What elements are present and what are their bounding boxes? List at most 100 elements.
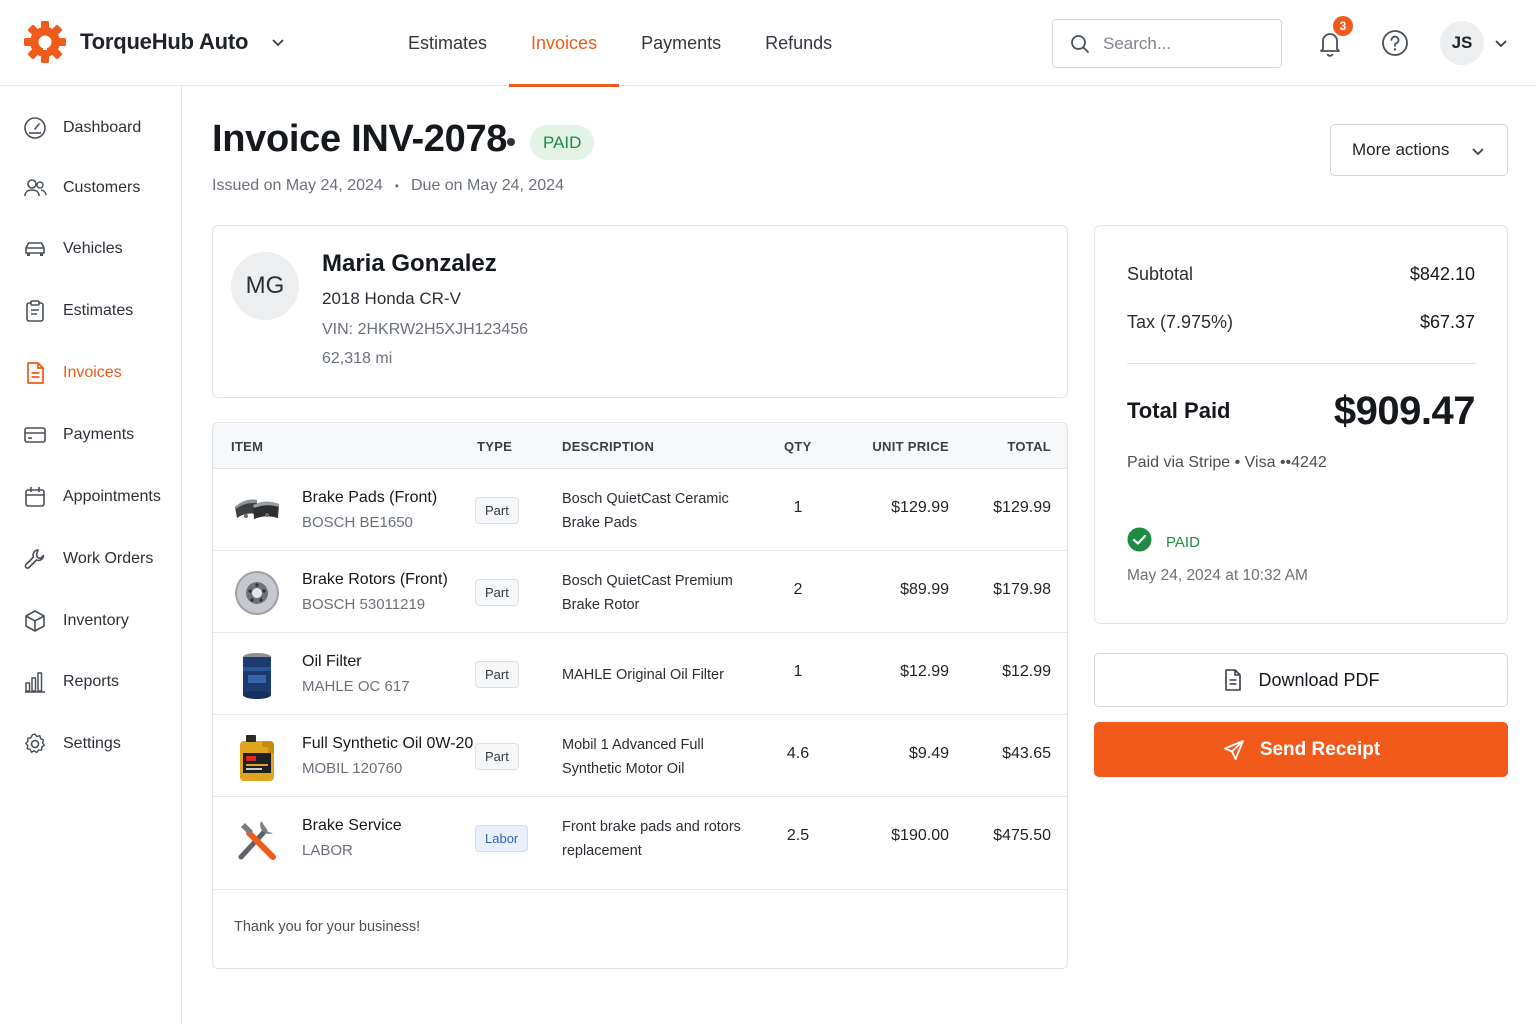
header-description: DESCRIPTION [562,439,655,454]
item-total: $475.50 [993,827,1051,844]
sidebar-item-label: Work Orders [63,550,154,567]
item-sku: BOSCH BE1650 [302,514,413,531]
table-header: ITEM TYPE DESCRIPTION QTY UNIT PRICE TOT… [213,423,1067,469]
sidebar-item-label: Vehicles [63,240,123,257]
sidebar-item-work-orders[interactable]: Work Orders [22,539,153,579]
download-pdf-button[interactable]: Download PDF [1094,653,1508,707]
help-icon[interactable] [1380,28,1410,58]
page-title: Invoice INV-2078 [212,118,508,160]
item-unit-price: $129.99 [891,499,949,516]
vehicle-vin: VIN: 2HKRW2H5XJH123456 [322,321,529,338]
item-description: MAHLE Original Oil Filter [562,667,724,683]
sidebar-item-vehicles[interactable]: Vehicles [22,229,123,269]
item-description: Bosch QuietCast Premium Brake Rotor [562,573,733,613]
user-avatar[interactable]: JS [1440,21,1484,65]
sidebar-item-payments[interactable]: Payments [22,415,134,455]
payment-summary-card: Subtotal $842.10 Tax (7.975%) $67.37 Tot… [1094,225,1508,624]
item-unit-price: $9.49 [908,745,949,762]
payment-date: May 24, 2024 at 10:32 AM [1127,567,1308,584]
sidebar-item-dashboard[interactable]: Dashboard [22,108,141,148]
gear-logo-icon [24,21,66,63]
customer-name: Maria Gonzalez [322,250,497,277]
more-actions-label: More actions [1352,140,1450,159]
table-row[interactable]: Brake Rotors (Front) BOSCH 53011219 Part… [213,551,1067,633]
item-total: $179.98 [993,581,1051,598]
item-total: $12.99 [1002,663,1051,680]
top-bar: TorqueHub Auto Estimates Invoices Paymen… [0,0,1536,87]
brand[interactable]: TorqueHub Auto [22,18,286,66]
item-description: Bosch QuietCast Ceramic Brake Pads [562,491,729,531]
sidebar-item-invoices[interactable]: Invoices [22,353,122,393]
tab-refunds[interactable]: Refunds [743,0,854,86]
item-sku: LABOR [302,842,353,859]
sidebar-item-label: Appointments [63,488,161,505]
send-label: Send Receipt [1259,738,1381,760]
header-item: ITEM [231,439,264,454]
item-type-badge: Part [475,661,519,688]
issued-date: Issued on May 24, 2024 [212,177,383,194]
item-description: Mobil 1 Advanced Full Synthetic Motor Oi… [562,737,704,777]
item-qty: 1 [793,663,803,680]
total-label: Total Paid [1127,398,1231,423]
sidebar-item-estimates[interactable]: Estimates [22,291,133,331]
sidebar-item-inventory[interactable]: Inventory [22,601,129,641]
sidebar-item-customers[interactable]: Customers [22,168,140,208]
item-total: $43.65 [1002,745,1051,762]
payment-status: PAID [1166,534,1200,551]
tax-label: Tax (7.975%) [1127,312,1234,332]
box-icon [25,610,45,632]
item-type-badge: Labor [475,825,529,852]
item-description: Front brake pads and rotors replacement [562,819,741,859]
wrench-icon [24,549,45,569]
sidebar-item-label: Payments [63,426,135,443]
sidebar-item-label: Reports [63,673,120,690]
clipboard-icon [26,300,44,322]
chevron-down-icon[interactable] [1494,36,1508,50]
sidebar-item-label: Customers [63,179,141,196]
item-sku: MAHLE OC 617 [302,678,410,695]
item-type-badge: Part [475,743,519,770]
tab-estimates[interactable]: Estimates [386,0,509,86]
vehicle-mileage: 62,318 mi [322,350,393,367]
divider [1127,363,1476,364]
sidebar-item-settings[interactable]: Settings [22,724,121,764]
tab-invoices[interactable]: Invoices [509,0,620,87]
search-box[interactable] [1052,19,1282,68]
more-actions-button[interactable]: More actions [1330,124,1508,176]
payment-method: Paid via Stripe • Visa ••4242 [1127,454,1327,471]
brand-name: TorqueHub Auto [80,29,249,54]
table-row[interactable]: Brake Service LABOR Labor Front brake pa… [213,797,1067,890]
item-sku: MOBIL 120760 [302,760,403,777]
sidebar-item-label: Inventory [63,612,129,629]
customer-card: MG Maria Gonzalez 2018 Honda CR-V VIN: 2… [212,225,1068,398]
item-type-badge: Part [475,497,519,524]
oil-filter-icon [243,653,271,699]
chevron-down-icon [272,39,284,47]
line-items-table: ITEM TYPE DESCRIPTION QTY UNIT PRICE TOT… [212,422,1068,969]
users-icon [24,179,47,197]
document-icon [1225,669,1242,691]
item-qty: 2.5 [786,827,810,844]
tab-payments[interactable]: Payments [619,0,743,86]
item-qty: 1 [793,499,803,516]
footer-note: Thank you for your business! [234,919,421,935]
send-receipt-button[interactable]: Send Receipt [1094,722,1508,777]
check-circle-icon [1127,527,1152,552]
sidebar-item-reports[interactable]: Reports [22,662,119,702]
table-row[interactable]: Oil Filter MAHLE OC 617 Part MAHLE Origi… [213,633,1067,715]
item-name: Brake Pads (Front) [302,489,438,506]
item-name: Brake Rotors (Front) [302,571,448,588]
tax-value: $67.37 [1419,312,1475,332]
sidebar-item-label: Dashboard [63,119,142,136]
sidebar-item-label: Estimates [63,302,134,319]
dot-separator: • [394,179,399,193]
search-input[interactable] [1103,33,1263,54]
title-separator-dot [507,138,515,146]
item-qty: 2 [793,581,803,598]
table-row[interactable]: Full Synthetic Oil 0W-20 MOBIL 120760 Pa… [213,715,1067,797]
sidebar-item-appointments[interactable]: Appointments [22,477,161,517]
item-name: Brake Service [302,817,402,834]
table-row[interactable]: Brake Pads (Front) BOSCH BE1650 Part Bos… [213,469,1067,551]
send-icon [1223,739,1244,760]
sidebar: Dashboard Customers Vehicles Estimates I… [0,86,182,1024]
